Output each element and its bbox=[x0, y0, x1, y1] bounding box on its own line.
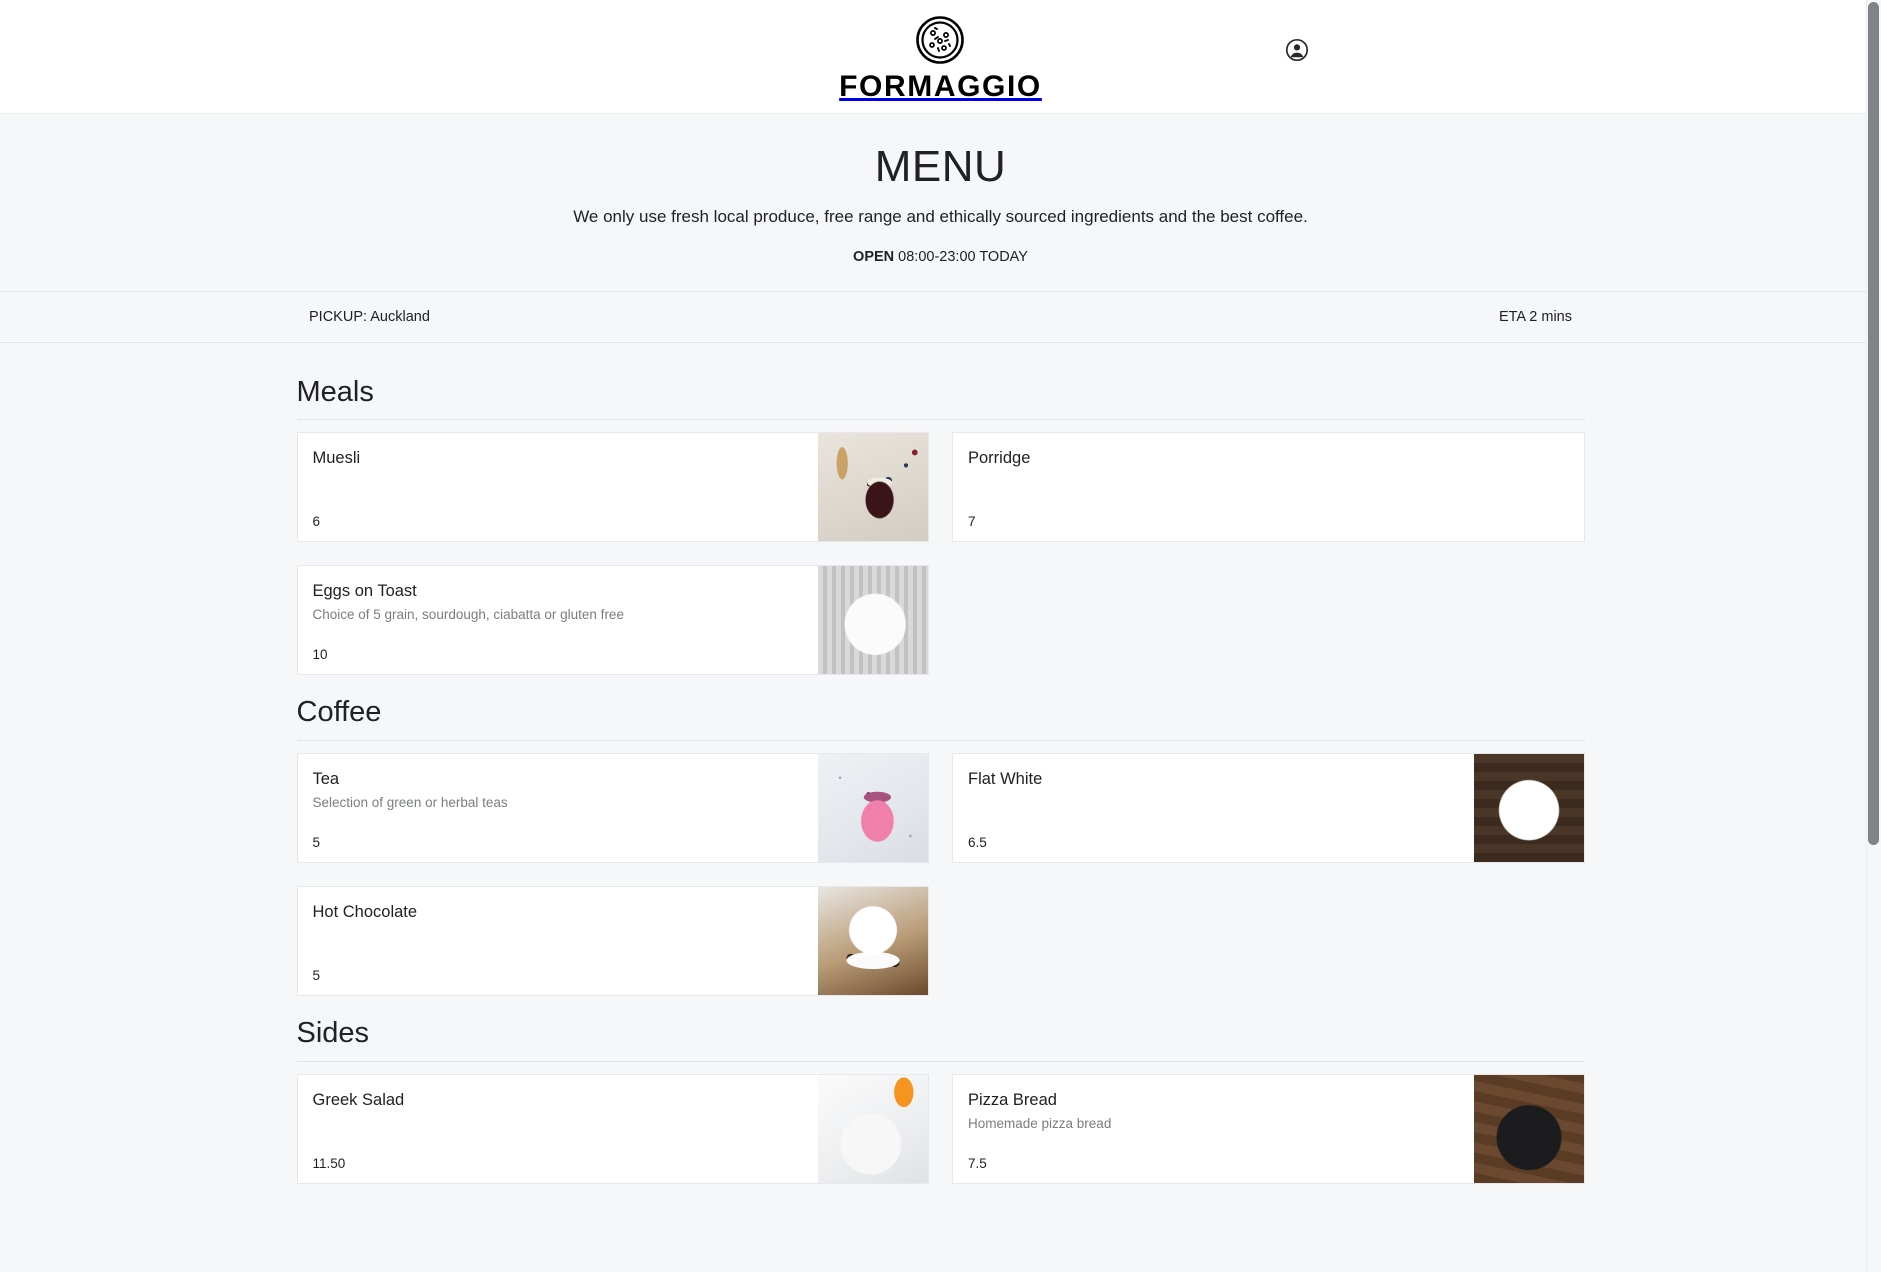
greek-salad-photo bbox=[818, 1074, 928, 1183]
menu-item-card[interactable]: Tea Selection of green or herbal teas 5 bbox=[296, 753, 929, 864]
menu-item-info: Hot Chocolate 5 bbox=[298, 887, 819, 995]
menu-item-name: Muesli bbox=[312, 449, 361, 468]
menu-item-grid: Tea Selection of green or herbal teas 5 … bbox=[296, 753, 1585, 997]
menu-item-description: Homemade pizza bread bbox=[968, 1115, 1112, 1131]
menu-item-card[interactable]: Eggs on Toast Choice of 5 grain, sourdou… bbox=[296, 565, 929, 676]
menu-item-info: Porridge 7 bbox=[953, 433, 1474, 541]
section-title: Coffee bbox=[296, 696, 382, 729]
section-divider bbox=[296, 740, 1585, 742]
opening-hours: OPEN 08:00-23:00 TODAY bbox=[0, 249, 1881, 265]
scrollbar-thumb[interactable] bbox=[1868, 2, 1879, 845]
page-title: MENU bbox=[874, 142, 1007, 191]
menu-item-card[interactable]: Hot Chocolate 5 bbox=[296, 886, 929, 997]
menu-item-price: 5 bbox=[312, 835, 321, 851]
muesli-parfait-photo bbox=[818, 433, 928, 542]
menu-item-price: 6.5 bbox=[968, 835, 987, 851]
pizza-bread-photo bbox=[1473, 1074, 1584, 1183]
menu-item-name: Greek Salad bbox=[312, 1090, 405, 1109]
menu-section-sides: Sides Greek Salad 11.50 Pizza Bread Home… bbox=[296, 1002, 1585, 1184]
menu-item-info: Flat White 6.5 bbox=[953, 754, 1474, 862]
menu-item-info: Greek Salad 11.50 bbox=[298, 1075, 819, 1183]
menu-item-card[interactable]: Porridge 7 bbox=[952, 432, 1585, 543]
site-header: FORMAGGIO bbox=[0, 0, 1881, 114]
flat-white-latte-art-photo bbox=[1473, 754, 1584, 863]
section-divider bbox=[296, 1060, 1585, 1062]
eggs-on-toast-photo bbox=[818, 566, 928, 675]
section-divider bbox=[296, 419, 1585, 421]
brand-logo-link[interactable]: FORMAGGIO bbox=[839, 15, 1042, 102]
porridge-bowl-photo bbox=[1474, 433, 1584, 541]
menu-item-name: Hot Chocolate bbox=[312, 903, 418, 922]
menu-item-name: Pizza Bread bbox=[968, 1090, 1057, 1109]
section-title: Meals bbox=[296, 375, 374, 408]
menu-item-price: 7.5 bbox=[968, 1155, 987, 1171]
menu-hero: MENU We only use fresh local produce, fr… bbox=[0, 114, 1881, 291]
pickup-location[interactable]: PICKUP: Auckland bbox=[309, 309, 430, 325]
menu-content: Meals Muesli 6 Porridge 7 Eggs on Toast … bbox=[296, 343, 1585, 1184]
menu-item-card[interactable]: Pizza Bread Homemade pizza bread 7.5 bbox=[952, 1073, 1585, 1184]
menu-section-meals: Meals Muesli 6 Porridge 7 Eggs on Toast … bbox=[296, 361, 1585, 676]
eta-label: ETA 2 mins bbox=[1498, 308, 1572, 325]
menu-item-grid: Muesli 6 Porridge 7 Eggs on Toast Choice… bbox=[296, 432, 1585, 676]
menu-item-price: 6 bbox=[312, 514, 321, 530]
page-viewport: FORMAGGIO MENU We only use fresh local p… bbox=[0, 0, 1881, 1272]
menu-item-info: Muesli 6 bbox=[298, 433, 819, 541]
section-title: Sides bbox=[296, 1017, 370, 1050]
menu-item-info: Eggs on Toast Choice of 5 grain, sourdou… bbox=[298, 566, 819, 674]
brand-name: FORMAGGIO bbox=[839, 70, 1042, 103]
open-label: OPEN bbox=[853, 248, 895, 265]
pizza-circle-icon bbox=[915, 15, 965, 70]
menu-item-price: 11.50 bbox=[312, 1155, 346, 1171]
menu-item-price: 10 bbox=[312, 647, 328, 663]
menu-item-description: Selection of green or herbal teas bbox=[312, 794, 508, 810]
menu-item-name: Porridge bbox=[968, 449, 1031, 468]
menu-item-name: Eggs on Toast bbox=[312, 582, 417, 601]
menu-item-name: Flat White bbox=[968, 770, 1043, 789]
menu-item-price: 7 bbox=[968, 514, 976, 530]
menu-item-card[interactable]: Greek Salad 11.50 bbox=[296, 1073, 929, 1184]
pickup-bar: PICKUP: Auckland ETA 2 mins bbox=[0, 290, 1881, 343]
account-circle-icon[interactable] bbox=[1285, 38, 1309, 62]
menu-section-coffee: Coffee Tea Selection of green or herbal … bbox=[296, 681, 1585, 997]
hero-subtitle: We only use fresh local produce, free ra… bbox=[573, 206, 1308, 226]
herbal-tea-photo bbox=[818, 754, 928, 863]
menu-item-price: 5 bbox=[312, 968, 321, 984]
menu-item-card[interactable]: Flat White 6.5 bbox=[952, 753, 1585, 864]
menu-item-grid: Greek Salad 11.50 Pizza Bread Homemade p… bbox=[296, 1073, 1585, 1184]
menu-item-info: Tea Selection of green or herbal teas 5 bbox=[298, 754, 819, 862]
menu-item-description: Choice of 5 grain, sourdough, ciabatta o… bbox=[312, 607, 624, 623]
opening-hours-value: 08:00-23:00 TODAY bbox=[894, 248, 1028, 265]
menu-item-info: Pizza Bread Homemade pizza bread 7.5 bbox=[953, 1075, 1474, 1183]
vertical-scrollbar[interactable] bbox=[1866, 0, 1881, 1272]
menu-item-card[interactable]: Muesli 6 bbox=[296, 432, 929, 543]
menu-item-name: Tea bbox=[312, 770, 340, 789]
hot-chocolate-photo bbox=[818, 887, 928, 996]
